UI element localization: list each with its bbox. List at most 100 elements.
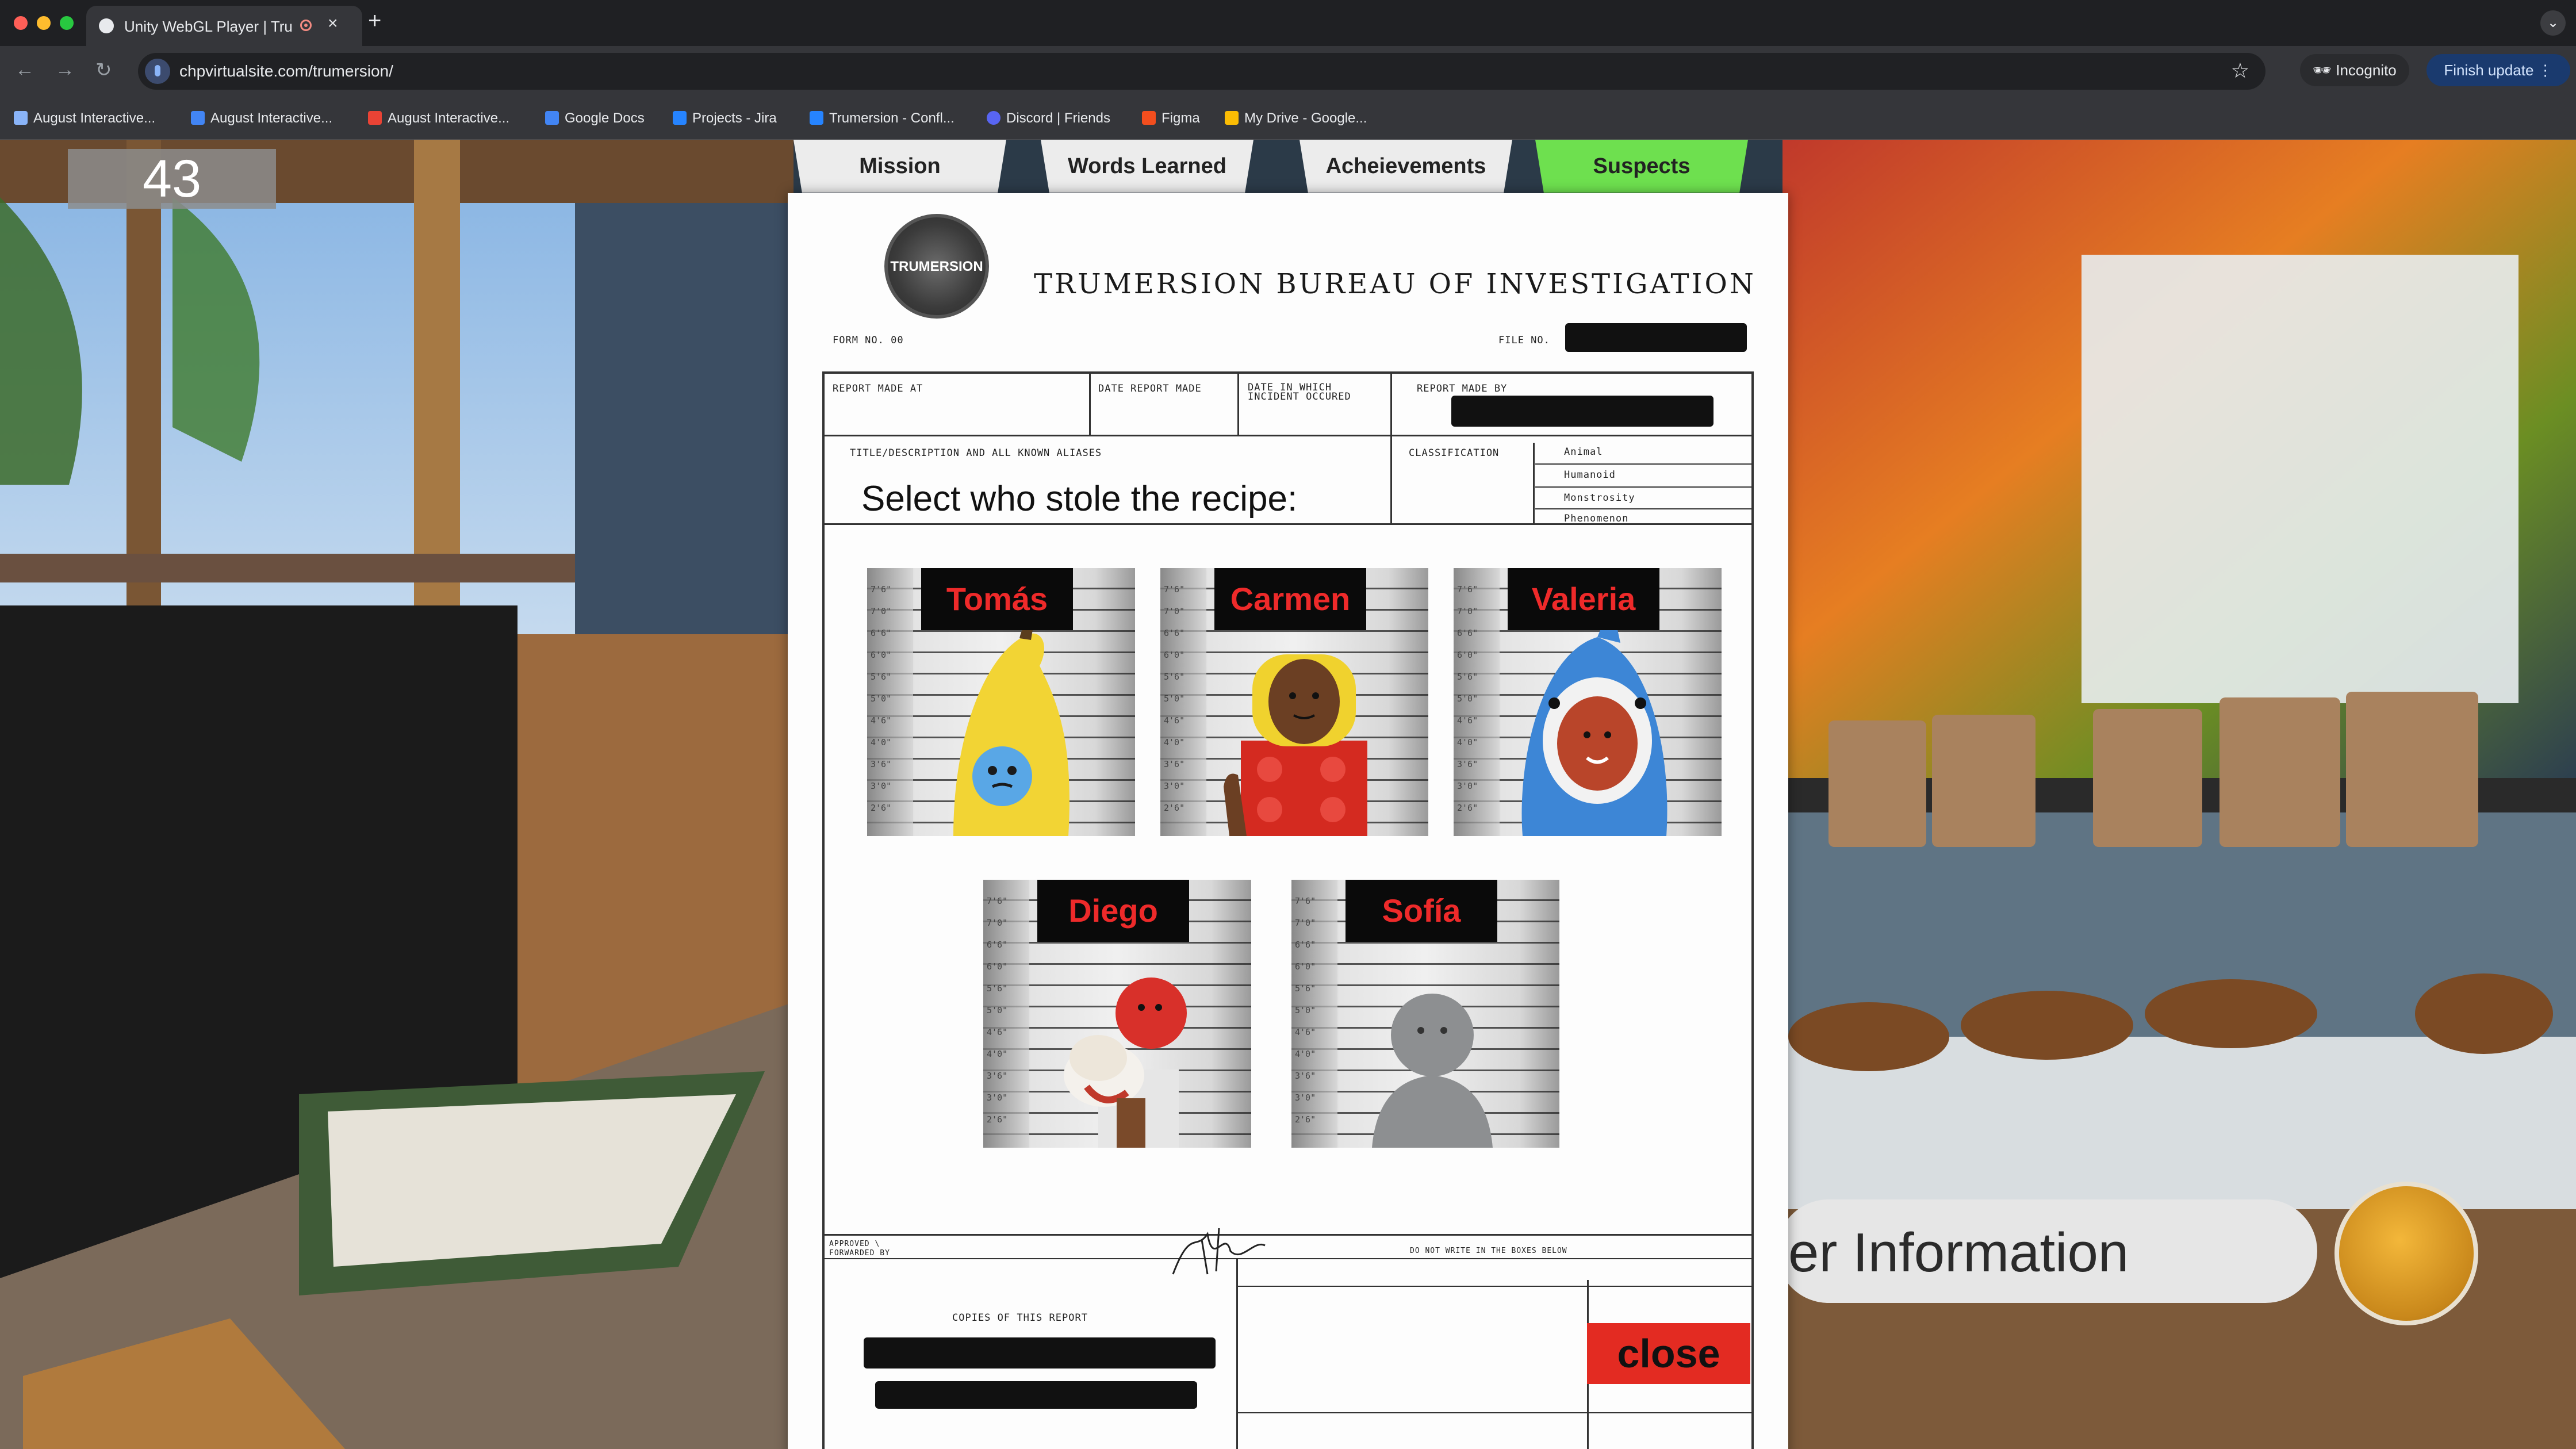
bookmark-favicon-icon: [14, 111, 28, 125]
form-number: FORM NO. 00: [833, 335, 904, 346]
redacted-file-number: [1565, 323, 1747, 352]
browser-tab[interactable]: Unity WebGL Player | Tru ×: [86, 6, 362, 46]
classification-option: Phenomenon: [1564, 513, 1629, 524]
suspect-name-label: Carmen: [1214, 568, 1366, 630]
form-divider: [1089, 371, 1091, 435]
bookmark-item[interactable]: August Interactive...: [191, 110, 332, 126]
form-border-right: [1751, 371, 1754, 1449]
suspect-name-label: Sofía: [1346, 880, 1497, 942]
suspect-name-label: Tomás: [921, 568, 1073, 630]
form-divider: [1236, 1412, 1754, 1413]
close-button[interactable]: close: [1587, 1323, 1750, 1384]
bookmark-label: Projects - Jira: [692, 110, 777, 126]
form-divider: [1535, 463, 1754, 465]
form-divider: [1535, 508, 1754, 509]
coin-icon[interactable]: [2334, 1182, 2478, 1325]
tab-suspects[interactable]: Suspects: [1535, 140, 1748, 193]
bookmarks-bar: August Interactive... August Interactive…: [0, 98, 2576, 140]
seal-text: TRUMERSION: [890, 259, 983, 274]
classification-option: Animal: [1564, 446, 1603, 458]
forward-arrow-icon[interactable]: →: [55, 59, 75, 81]
bookmark-item[interactable]: Projects - Jira: [673, 110, 777, 126]
form-border-left: [822, 371, 825, 1449]
back-arrow-icon[interactable]: ←: [15, 59, 34, 81]
unity-favicon-icon: [99, 18, 114, 33]
bookmark-label: Figma: [1162, 110, 1200, 126]
figma-icon: [1142, 111, 1156, 125]
address-bar[interactable]: chpvirtualsite.com/trumersion/ ☆: [138, 53, 2266, 90]
tab-title: Unity WebGL Player | Tru: [124, 18, 293, 35]
copies-label: COPIES OF THIS REPORT: [952, 1312, 1088, 1324]
bookmark-item[interactable]: Trumersion - Confl...: [810, 110, 954, 126]
form-divider: [822, 371, 1754, 374]
browser-toolbar: ← → ↻ chpvirtualsite.com/trumersion/ ☆ 🕶…: [0, 46, 2576, 98]
suspect-prompt: Select who stole the recipe:: [861, 479, 1298, 519]
incognito-icon: 🕶: [2313, 62, 2336, 79]
window-close-control[interactable]: [14, 16, 28, 30]
incognito-label: Incognito: [2336, 62, 2397, 79]
window-zoom-control[interactable]: [60, 16, 74, 30]
confluence-icon: [810, 111, 823, 125]
tab-words-learned[interactable]: Words Learned: [1041, 140, 1254, 193]
discord-icon: [987, 111, 1000, 125]
bookmark-favicon-icon: [191, 111, 205, 125]
jira-icon: [673, 111, 687, 125]
browser-tab-strip: Unity WebGL Player | Tru × + ⌄: [0, 0, 2576, 46]
bureau-title: TRUMERSION BUREAU OF INVESTIGATION: [1034, 268, 1756, 300]
form-divider: [822, 1234, 1754, 1236]
finish-update-label: Finish update: [2444, 62, 2534, 79]
do-not-write-label: DO NOT WRITE IN THE BOXES BELOW: [1410, 1247, 1567, 1255]
bookmark-item[interactable]: August Interactive...: [368, 110, 509, 126]
bookmark-item[interactable]: Discord | Friends: [987, 110, 1110, 126]
gmail-icon: [368, 111, 382, 125]
recording-indicator-icon: [300, 20, 312, 31]
bookmark-label: August Interactive...: [388, 110, 510, 126]
classification-option: Humanoid: [1564, 469, 1616, 481]
bookmark-label: August Interactive...: [210, 110, 333, 126]
redacted-reporter-name: [1451, 396, 1713, 427]
information-button-label: er Information: [1788, 1222, 2129, 1283]
bookmark-label: August Interactive...: [33, 110, 156, 126]
reload-icon[interactable]: ↻: [95, 59, 112, 82]
bookmark-item[interactable]: Figma: [1142, 110, 1200, 126]
suspect-card-tomas[interactable]: 7'6" 7'0" 6'6" 6'0" 5'6" 5'0" 4'6" 4'0" 3'6" 3'0"…: [867, 568, 1135, 836]
google-docs-icon: [545, 111, 559, 125]
tab-search-chevron-icon[interactable]: ⌄: [2540, 10, 2566, 36]
incognito-indicator[interactable]: 🕶 Incognito: [2300, 54, 2409, 86]
tab-close-button[interactable]: ×: [328, 14, 338, 33]
form-divider: [1533, 443, 1535, 523]
unity-game-canvas[interactable]: 43 er Information Mission Words Learned …: [0, 140, 2576, 1449]
redacted-copies-line: [864, 1337, 1216, 1368]
finish-update-button[interactable]: Finish update ⋮: [2426, 54, 2570, 86]
title-description-label: TITLE/DESCRIPTION AND ALL KNOWN ALIASES: [850, 447, 1102, 459]
suspect-card-sofia[interactable]: 7'6" 7'0" 6'6" 6'0" 5'6" 5'0" 4'6" 4'0" 3'6" 3'0"…: [1291, 880, 1559, 1148]
bookmark-item[interactable]: Google Docs: [545, 110, 645, 126]
approved-forwarded-label: APPROVED \ FORWARDED BY: [829, 1240, 890, 1258]
suspect-card-valeria[interactable]: 7'6" 7'0" 6'6" 6'0" 5'6" 5'0" 4'6" 4'0" 3'6" 3'0"…: [1454, 568, 1722, 836]
window-minimize-control[interactable]: [37, 16, 51, 30]
investigation-report-form: TRUMERSION TRUMERSION BUREAU OF INVESTIG…: [788, 193, 1788, 1449]
form-divider: [1237, 371, 1239, 435]
new-tab-button[interactable]: +: [368, 8, 381, 34]
redacted-copies-line: [875, 1381, 1197, 1409]
tab-mission[interactable]: Mission: [793, 140, 1006, 193]
information-button[interactable]: er Information: [1777, 1199, 2317, 1303]
suspect-card-diego[interactable]: 7'6" 7'0" 6'6" 6'0" 5'6" 5'0" 4'6" 4'0" 3'6" 3'0"…: [983, 880, 1251, 1148]
report-made-at-label: REPORT MADE AT: [833, 383, 923, 394]
report-made-by-label: REPORT MADE BY: [1417, 383, 1508, 394]
bookmark-label: My Drive - Google...: [1244, 110, 1367, 126]
date-report-made-label: DATE REPORT MADE: [1098, 383, 1202, 394]
form-divider: [1535, 486, 1754, 488]
tab-achievements[interactable]: Acheievements: [1300, 140, 1512, 193]
bookmark-label: Discord | Friends: [1006, 110, 1110, 126]
bookmark-item[interactable]: August Interactive...: [14, 110, 155, 126]
suspect-card-carmen[interactable]: 7'6" 7'0" 6'6" 6'0" 5'6" 5'0" 4'6" 4'0" 3'6" 3'0"…: [1160, 568, 1428, 836]
site-info-icon[interactable]: [145, 59, 170, 84]
suspect-name-label: Valeria: [1508, 568, 1659, 630]
signature: [1172, 1228, 1266, 1275]
bookmark-star-icon[interactable]: ☆: [2231, 59, 2249, 83]
url-text: chpvirtualsite.com/trumersion/: [179, 62, 393, 80]
form-divider: [822, 435, 1754, 436]
bookmark-item[interactable]: My Drive - Google...: [1225, 110, 1367, 126]
classification-label: CLASSIFICATION: [1409, 447, 1500, 459]
